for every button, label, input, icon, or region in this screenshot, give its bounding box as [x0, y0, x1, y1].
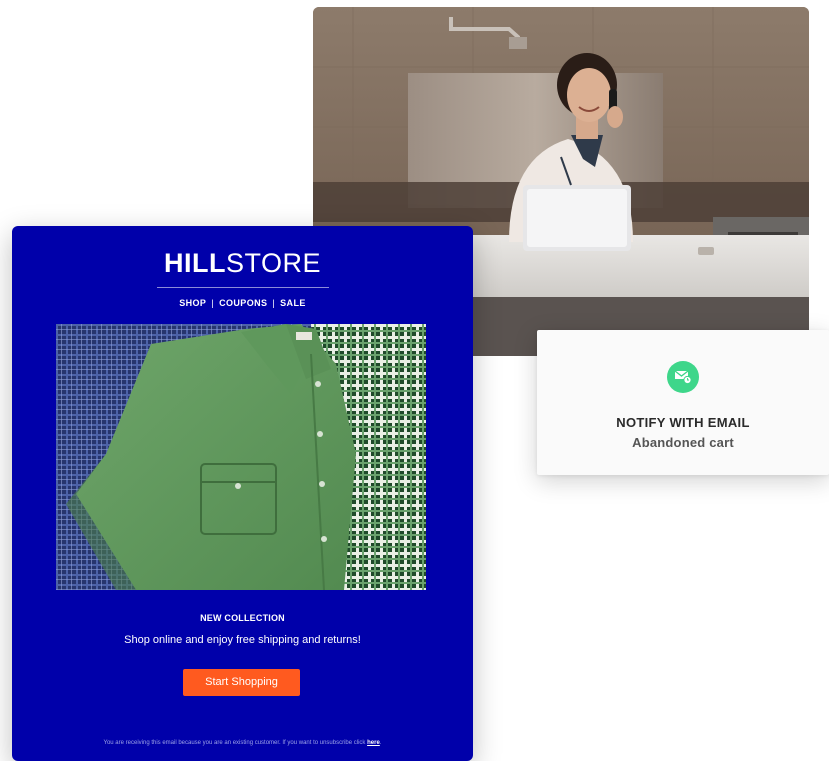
notify-title: NOTIFY WITH EMAIL — [616, 415, 750, 430]
hero-shirts-image[interactable] — [56, 324, 426, 590]
shirts-illustration — [56, 324, 426, 590]
unsubscribe-link[interactable]: here — [367, 740, 380, 746]
mail-clock-icon — [667, 361, 699, 393]
brand-logo-bold: HILL — [163, 248, 226, 278]
headline: NEW COLLECTION — [200, 613, 285, 623]
nav-link-coupons[interactable]: COUPONS — [219, 298, 267, 308]
nav-separator: | — [272, 298, 276, 308]
footer-end: . — [379, 740, 382, 746]
envelope-clock-glyph — [674, 370, 692, 384]
footer-text: You are receiving this email because you… — [103, 740, 366, 746]
footer-note: You are receiving this email because you… — [12, 740, 473, 746]
stage: NOTIFY WITH EMAIL Abandoned cart HILLSTO… — [0, 0, 829, 761]
notify-with-email-card: NOTIFY WITH EMAIL Abandoned cart — [537, 330, 829, 475]
email-preview-card: HILLSTORE SHOP | COUPONS | SALE NEW COLL… — [12, 226, 473, 761]
start-shopping-button[interactable]: Start Shopping — [183, 669, 300, 696]
notify-subtitle: Abandoned cart — [632, 435, 734, 450]
brand-divider — [157, 287, 329, 288]
nav-link-sale[interactable]: SALE — [280, 298, 306, 308]
brand-logo-light: STORE — [225, 248, 322, 278]
nav-separator: | — [211, 298, 215, 308]
body-copy: Shop online and enjoy free shipping and … — [124, 634, 361, 646]
brand-logo[interactable]: HILLSTORE — [12, 248, 473, 279]
email-nav: SHOP | COUPONS | SALE — [12, 298, 473, 308]
nav-link-shop[interactable]: SHOP — [179, 298, 206, 308]
